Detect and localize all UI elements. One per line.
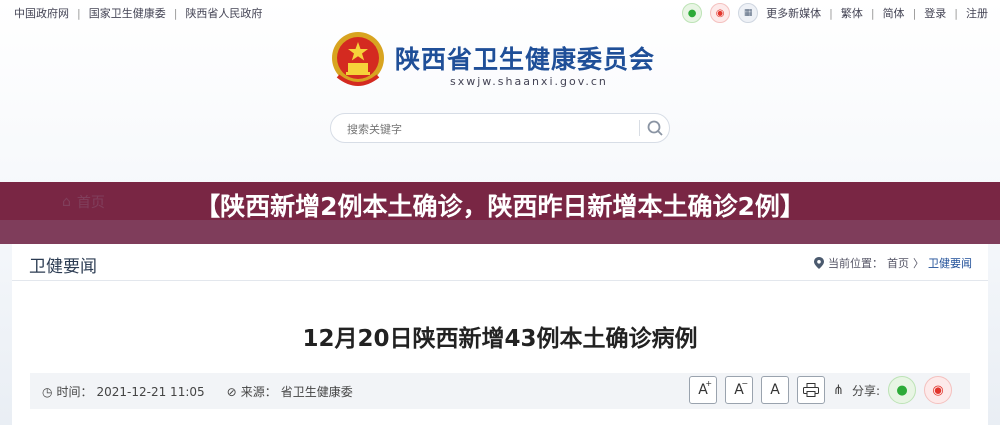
- breadcrumb-home[interactable]: 首页: [887, 255, 909, 271]
- article-meta-bar: ◷ 时间： 2021-12-21 11:05 ⊘ 来源： 省卫生健康委 A + A…: [30, 373, 970, 409]
- font-default-button[interactable]: A: [761, 376, 790, 404]
- breadcrumb-current[interactable]: 卫健要闻: [928, 255, 972, 271]
- external-links: 中国政府网 | 国家卫生健康委 | 陕西省人民政府: [14, 5, 262, 21]
- breadcrumb-prefix: 当前位置：: [828, 257, 883, 270]
- section-title: 卫健要闻: [29, 257, 97, 277]
- site-title[interactable]: 陕西省卫生健康委员会: [395, 40, 655, 76]
- content-card: 卫健要闻 当前位置： 首页 〉 卫健要闻 12月20日陕西新增43例本土确诊病例…: [12, 244, 988, 425]
- share-wechat-icon[interactable]: ●: [888, 376, 916, 404]
- search-box: [330, 113, 670, 143]
- article-title: 12月20日陕西新增43例本土确诊病例: [302, 326, 698, 352]
- minus-icon: −: [741, 379, 749, 388]
- link-nhc[interactable]: 国家卫生健康委: [89, 5, 166, 21]
- divider: [639, 120, 640, 136]
- article-tools: A + A − A ⋔ 分享: ● ◉: [689, 376, 952, 404]
- divider: |: [870, 6, 875, 20]
- divider: |: [77, 6, 81, 20]
- location-icon: [814, 257, 824, 269]
- divider: |: [173, 6, 178, 20]
- weibo-icon[interactable]: ◉: [710, 3, 731, 23]
- breadcrumb-separator: 〉: [913, 257, 924, 270]
- more-media-link[interactable]: 更多新媒体: [766, 5, 821, 21]
- source-label: 来源：: [240, 385, 277, 399]
- source-name: 省卫生健康委: [280, 385, 353, 399]
- link-gov-cn[interactable]: 中国政府网: [14, 5, 69, 21]
- search-icon[interactable]: [645, 118, 665, 138]
- account-links: ● ◉ ▦ 更多新媒体 | 繁体 | 简体 | 登录 | 注册: [682, 3, 988, 23]
- share-icon: ⋔: [833, 382, 844, 398]
- headline-overlay-text: 【陕西新增2例本土确诊，陕西昨日新增本土确诊2例】: [195, 192, 805, 221]
- national-emblem-logo: [330, 30, 386, 90]
- divider: |: [954, 6, 958, 20]
- font-decrease-button[interactable]: A −: [725, 376, 754, 404]
- plus-icon: +: [705, 379, 713, 388]
- divider: [12, 280, 988, 281]
- link-shaanxi-gov[interactable]: 陕西省人民政府: [185, 5, 262, 21]
- traditional-chinese-link[interactable]: 繁体: [841, 5, 863, 21]
- print-button[interactable]: [797, 376, 826, 404]
- login-link[interactable]: 登录: [924, 5, 946, 21]
- share-weibo-icon[interactable]: ◉: [924, 376, 952, 404]
- font-default-label: A: [770, 382, 780, 398]
- article-info: ◷ 时间： 2021-12-21 11:05 ⊘ 来源： 省卫生健康委: [42, 383, 353, 400]
- printer-icon: [803, 383, 820, 397]
- search-input[interactable]: [345, 119, 629, 139]
- media-icon[interactable]: ▦: [738, 3, 759, 23]
- share-label: 分享:: [851, 383, 880, 398]
- divider: |: [912, 6, 917, 20]
- top-utility-bar: 中国政府网 | 国家卫生健康委 | 陕西省人民政府 ● ◉ ▦ 更多新媒体 | …: [0, 0, 1000, 24]
- clock-icon: ◷: [42, 384, 53, 399]
- register-link[interactable]: 注册: [966, 5, 988, 21]
- source-icon: ⊘: [226, 384, 237, 399]
- time-label: 时间：: [56, 385, 93, 399]
- breadcrumb: 当前位置： 首页 〉 卫健要闻: [814, 255, 972, 271]
- font-increase-button[interactable]: A +: [689, 376, 718, 404]
- simplified-chinese-link[interactable]: 简体: [883, 5, 905, 21]
- wechat-icon[interactable]: ●: [682, 3, 703, 23]
- site-domain: sxwjw.shaanxi.gov.cn: [450, 75, 608, 88]
- publish-time: 2021-12-21 11:05: [96, 384, 205, 399]
- divider: |: [829, 6, 833, 20]
